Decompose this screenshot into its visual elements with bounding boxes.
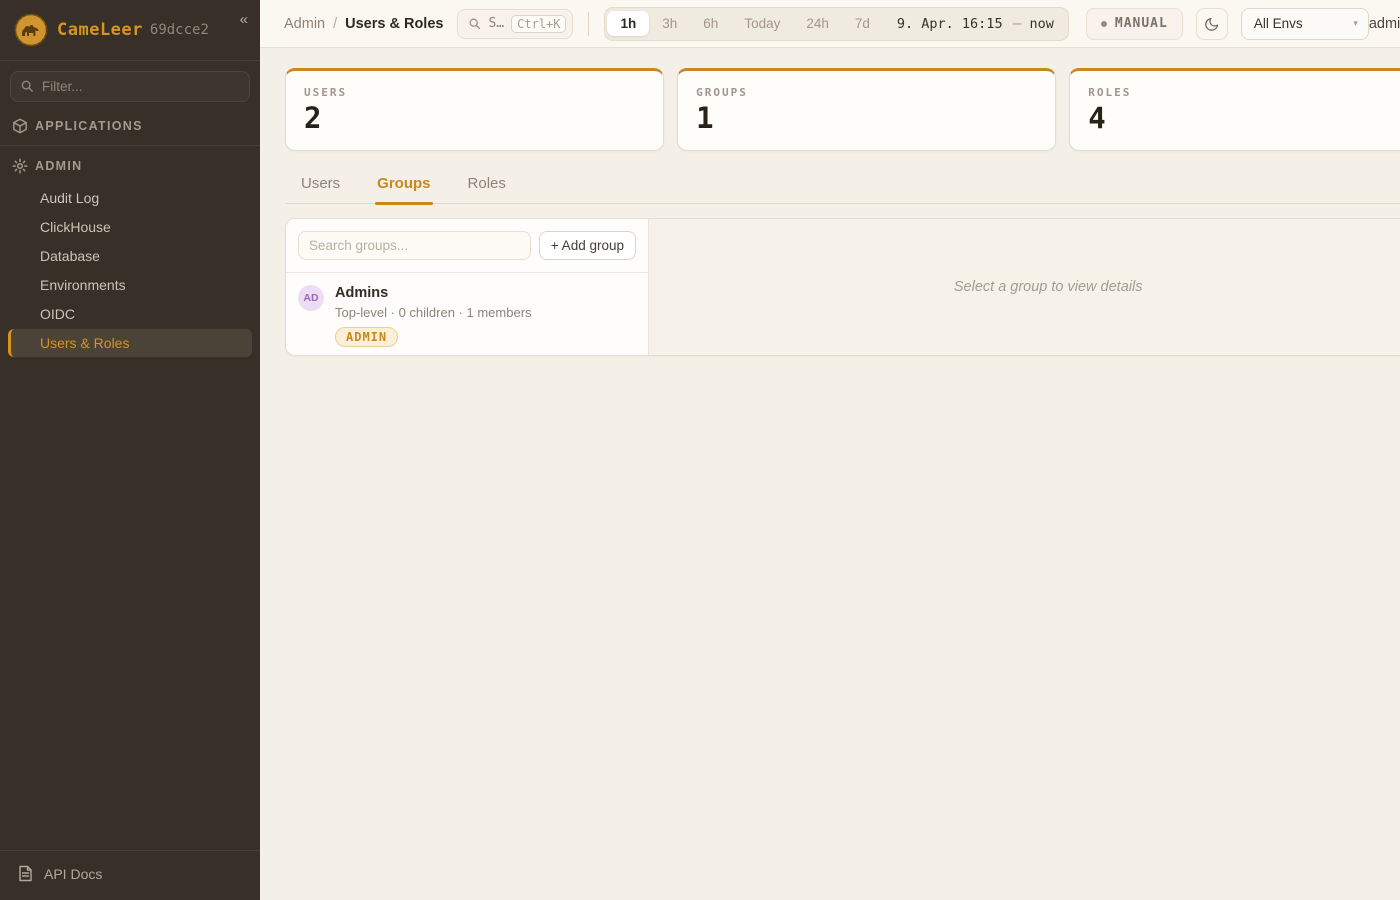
- time-from-value[interactable]: 9. Apr. 16:15: [883, 16, 1009, 32]
- stat-value: 4: [1088, 104, 1400, 133]
- moon-icon: [1204, 16, 1220, 32]
- sidebar-collapse-icon[interactable]: «: [240, 12, 248, 27]
- stat-card-groups: GROUPS 1: [677, 68, 1056, 151]
- group-search-input[interactable]: [298, 231, 531, 260]
- search-shortcut-kbd: Ctrl+K: [511, 15, 566, 33]
- status-dot: [1101, 21, 1107, 27]
- tab-users[interactable]: Users: [301, 175, 340, 203]
- gear-icon: [12, 158, 28, 174]
- time-range-picker: 1h 3h 6h Today 24h 7d 9. Apr. 16:15 – no…: [604, 7, 1068, 41]
- sidebar-item-oidc[interactable]: OIDC: [8, 300, 252, 328]
- stat-label: ROLES: [1088, 86, 1400, 99]
- time-range-today[interactable]: Today: [731, 11, 793, 36]
- sidebar-header: CameLeer 69dcce2 «: [0, 0, 260, 61]
- sidebar-item-audit-log[interactable]: Audit Log: [8, 184, 252, 212]
- tab-bar: Users Groups Roles: [285, 175, 1400, 204]
- tab-groups[interactable]: Groups: [377, 175, 430, 203]
- sidebar-item-users-roles[interactable]: Users & Roles: [8, 329, 252, 357]
- time-range-7d[interactable]: 7d: [842, 11, 883, 36]
- time-to-value[interactable]: now: [1025, 16, 1065, 32]
- app-title: CameLeer: [57, 20, 143, 40]
- time-range-separator: –: [1009, 15, 1026, 33]
- stat-label: GROUPS: [696, 86, 1037, 99]
- stat-card-roles: ROLES 4: [1069, 68, 1400, 151]
- applications-label: APPLICATIONS: [35, 119, 143, 133]
- topbar: Admin / Users & Roles S… Ctrl+K 1h 3h 6h…: [260, 0, 1400, 48]
- group-avatar: AD: [298, 285, 324, 311]
- sidebar-item-database[interactable]: Database: [8, 242, 252, 270]
- admin-nav: Audit Log ClickHouse Database Environmen…: [0, 183, 260, 358]
- package-icon: [12, 118, 28, 134]
- breadcrumb-current: Users & Roles: [345, 16, 443, 32]
- user-cluster: admin AD: [1369, 9, 1400, 39]
- environment-select[interactable]: All Envs ▾: [1241, 8, 1369, 40]
- time-range-24h[interactable]: 24h: [793, 11, 842, 36]
- sidebar-divider: [0, 145, 260, 146]
- admin-label: ADMIN: [35, 159, 82, 173]
- time-range-1h[interactable]: 1h: [607, 11, 649, 36]
- environment-selected-value: All Envs: [1254, 16, 1303, 31]
- sidebar-item-environments[interactable]: Environments: [8, 271, 252, 299]
- group-meta: Top-level · 0 children · 1 members: [335, 305, 532, 320]
- group-details-pane: Select a group to view details: [649, 219, 1400, 355]
- breadcrumb-admin[interactable]: Admin: [284, 16, 325, 32]
- api-docs-label: API Docs: [44, 866, 102, 882]
- search-placeholder-text: S…: [488, 16, 504, 31]
- stat-value: 2: [304, 104, 645, 133]
- cameleer-logo-icon: [14, 13, 48, 47]
- refresh-mode-label: MANUAL: [1115, 16, 1168, 31]
- theme-toggle-button[interactable]: [1196, 8, 1228, 40]
- sidebar-section-applications[interactable]: APPLICATIONS: [0, 108, 260, 143]
- app-version: 69dcce2: [150, 22, 209, 38]
- breadcrumb: Admin / Users & Roles: [284, 16, 443, 32]
- group-name: Admins: [335, 285, 532, 301]
- tab-roles[interactable]: Roles: [468, 175, 506, 203]
- group-list-item[interactable]: AD Admins Top-level · 0 children · 1 mem…: [286, 273, 648, 356]
- time-range-6h[interactable]: 6h: [690, 11, 731, 36]
- stat-cards: USERS 2 GROUPS 1 ROLES 4: [285, 68, 1400, 151]
- group-info: Admins Top-level · 0 children · 1 member…: [335, 285, 532, 347]
- search-icon: [20, 79, 34, 93]
- time-range-3h[interactable]: 3h: [649, 11, 690, 36]
- search-icon: [468, 17, 481, 30]
- groups-toolbar: + Add group: [286, 219, 648, 272]
- global-search-button[interactable]: S… Ctrl+K: [457, 9, 573, 39]
- api-docs-link[interactable]: API Docs: [0, 850, 260, 900]
- group-role-badge: ADMIN: [335, 327, 398, 347]
- sidebar: CameLeer 69dcce2 « APPLICATIONS ADMIN Au…: [0, 0, 260, 900]
- main-area: Admin / Users & Roles S… Ctrl+K 1h 3h 6h…: [260, 0, 1400, 900]
- empty-state-text: Select a group to view details: [954, 279, 1143, 295]
- chevron-down-icon: ▾: [1353, 18, 1358, 29]
- sidebar-filter: [10, 71, 250, 102]
- document-icon: [18, 865, 33, 882]
- breadcrumb-separator: /: [333, 16, 337, 32]
- stat-value: 1: [696, 104, 1037, 133]
- sidebar-section-admin[interactable]: ADMIN: [0, 148, 260, 183]
- sidebar-filter-input[interactable]: [10, 71, 250, 102]
- groups-list-pane: + Add group AD Admins Top-level · 0 chil…: [286, 219, 649, 355]
- stat-label: USERS: [304, 86, 645, 99]
- groups-panel: + Add group AD Admins Top-level · 0 chil…: [285, 218, 1400, 356]
- username-label: admin: [1369, 16, 1400, 32]
- refresh-mode-button[interactable]: MANUAL: [1086, 8, 1183, 40]
- sidebar-item-clickhouse[interactable]: ClickHouse: [8, 213, 252, 241]
- add-group-button[interactable]: + Add group: [539, 231, 636, 260]
- stat-card-users: USERS 2: [285, 68, 664, 151]
- page-content: USERS 2 GROUPS 1 ROLES 4 Users Groups Ro…: [260, 48, 1400, 376]
- topbar-divider: [588, 12, 589, 36]
